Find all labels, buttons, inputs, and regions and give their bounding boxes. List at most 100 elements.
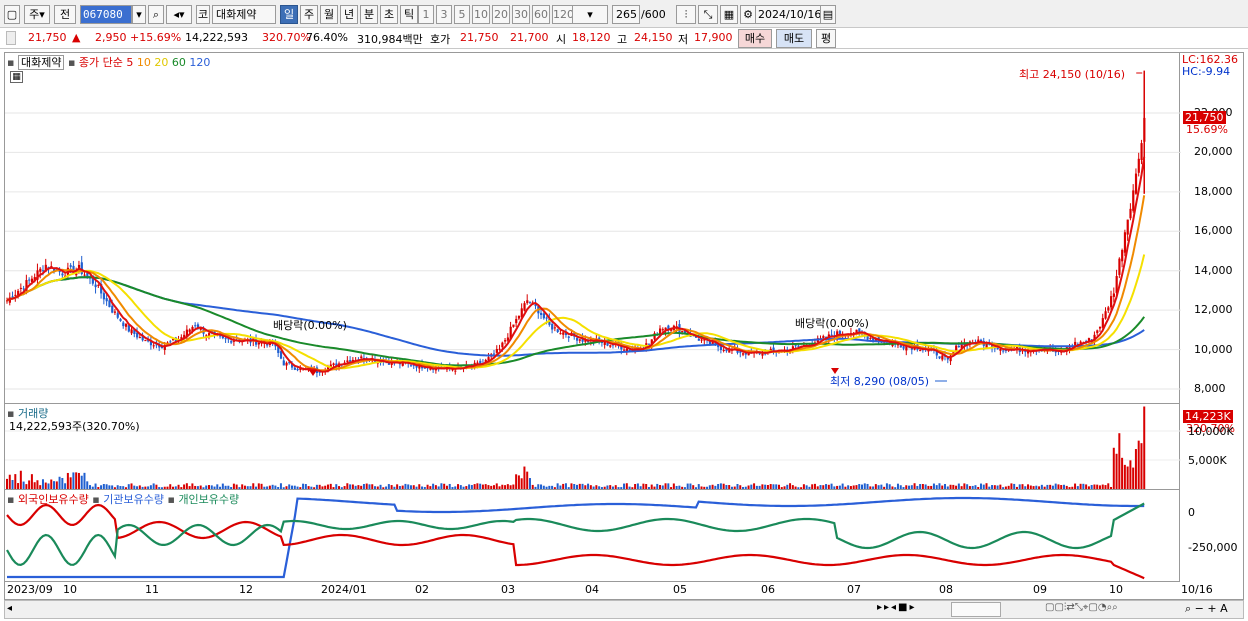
foreign-legend[interactable]: 외국인보유수량 [18, 493, 89, 506]
date-input[interactable]: 2024/10/16 [755, 5, 821, 24]
holding-chart[interactable]: ▪ 외국인보유수량 ▪ 기관보유수량 ▪ 개인보유수량 [4, 490, 1180, 582]
volume-bar [91, 486, 94, 489]
zoom-controls[interactable]: ⌕ − + A [1185, 602, 1228, 616]
indiv-legend[interactable]: 개인보유수량 [178, 493, 239, 506]
volume-bar [780, 487, 783, 489]
line-tool-icon[interactable]: ⤡ [698, 5, 718, 24]
prev-button[interactable]: 전 [54, 5, 76, 24]
interval-60-button[interactable]: 60 [532, 5, 550, 24]
volume-bar [540, 484, 543, 489]
volume-bar [97, 487, 100, 489]
sound-icon[interactable]: ◂▾ [166, 5, 192, 24]
date-tick-label: 02 [415, 583, 429, 596]
interval-select[interactable]: ▾ [572, 5, 608, 24]
interval-30-button[interactable]: 30 [512, 5, 530, 24]
zoom-slider[interactable] [951, 602, 1001, 617]
ma5-legend[interactable]: 종가 단순 5 [79, 56, 133, 69]
volume-chart[interactable]: ▪ 거래량 14,222,593주(320.70%) [4, 404, 1181, 490]
inst-legend[interactable]: 기관보유수량 [103, 493, 164, 506]
date-tick-label: 06 [761, 583, 775, 596]
volume-bar [1004, 486, 1007, 489]
stock-name-label[interactable]: 대화제약 [17, 55, 65, 70]
candle-body [224, 338, 227, 340]
volume-bar [127, 484, 130, 489]
date-tick-label: 10 [1109, 583, 1123, 596]
interval-120-button[interactable]: 120 [552, 5, 574, 24]
period-6-button[interactable]: 틱 [400, 5, 418, 24]
volume-bar [432, 483, 435, 489]
ma20-legend[interactable]: 20 [154, 56, 168, 69]
company-name-field[interactable]: 대화제약 [212, 5, 276, 24]
price-chart[interactable]: ▪ 대화제약 ▪ 종가 단순 5 10 20 60 120 ▦ 배당락(0.00… [4, 52, 1181, 404]
interval-3-button[interactable]: 3 [436, 5, 452, 24]
ma10-legend[interactable]: 10 [137, 56, 151, 69]
candle-body [1107, 307, 1110, 311]
evaluation-button[interactable]: 평 [816, 29, 836, 48]
period-1-button[interactable]: 주 [300, 5, 318, 24]
volume-bar [376, 486, 379, 489]
candle-body [1137, 158, 1140, 173]
volume-bar [573, 484, 576, 489]
interval-10-button[interactable]: 10 [472, 5, 490, 24]
period-4-button[interactable]: 분 [360, 5, 378, 24]
market-type-select[interactable]: 주▾ [24, 5, 50, 24]
candle-body [553, 327, 557, 329]
volume-bar [869, 486, 872, 489]
volume-bar [1143, 406, 1146, 489]
volume-bar [329, 483, 332, 489]
interval-20-button[interactable]: 20 [492, 5, 510, 24]
price-tick-label: 18,000 [1194, 184, 1233, 198]
period-3-button[interactable]: 년 [340, 5, 358, 24]
interval-5-button[interactable]: 5 [454, 5, 470, 24]
volume-bar [271, 484, 274, 489]
volume-canvas [5, 406, 1181, 489]
buy-button[interactable]: 매수 [738, 29, 772, 48]
candle-icon[interactable]: ⫶ [676, 5, 696, 24]
candle-body [957, 346, 961, 348]
stock-code-input[interactable]: 067080 [80, 5, 132, 24]
volume-bar [1096, 484, 1099, 489]
volume-bar [744, 486, 747, 489]
ma60-legend[interactable]: 60 [172, 56, 186, 69]
calendar-icon[interactable]: ▤ [820, 5, 836, 24]
volume-bar [113, 487, 116, 489]
volume-bar [896, 483, 899, 489]
volume-bar [689, 483, 692, 489]
window-icon[interactable]: ▢ [4, 5, 20, 24]
grid-icon[interactable]: ▦ [720, 5, 738, 24]
chart-tools-icon[interactable]: ▢▢⫶⇄⤡⌖▢◔⌕⌕ [1045, 602, 1118, 613]
volume-bar [365, 483, 368, 489]
volume-bar [603, 486, 606, 489]
volume-bar [163, 486, 166, 489]
chevron-down-icon[interactable]: ▾ [132, 5, 146, 24]
candle-body [28, 279, 31, 281]
period-0-button[interactable]: 일 [280, 5, 298, 24]
scroll-left-icon[interactable]: ◂ [7, 603, 12, 614]
volume-bar [174, 486, 177, 489]
collapse-icon[interactable] [6, 31, 16, 45]
candle-body [772, 347, 775, 351]
volume-bar [429, 486, 432, 489]
candle-body [293, 367, 296, 370]
period-2-button[interactable]: 월 [320, 5, 338, 24]
sell-button[interactable]: 매도 [776, 29, 812, 48]
chart-scrollbar[interactable]: ◂ ▸▸◂■▸ ▢▢⫶⇄⤡⌖▢◔⌕⌕ ⌕ − + A [4, 600, 1244, 619]
period-5-button[interactable]: 초 [380, 5, 398, 24]
table-icon[interactable]: ▦ [10, 71, 23, 83]
search-icon[interactable]: ⌕ [148, 5, 164, 24]
volume-bar [1029, 485, 1032, 489]
gear-icon[interactable]: ⚙ [740, 5, 756, 24]
volume-bar [1018, 484, 1021, 489]
volume-bar [1129, 460, 1132, 489]
volume-bar [252, 483, 255, 489]
volume-bar [808, 486, 811, 489]
ma120-legend[interactable]: 120 [189, 56, 210, 69]
volume-bar [1040, 484, 1043, 489]
ma20-line [6, 254, 1146, 370]
count-input[interactable]: 265 [612, 5, 640, 24]
volume-bar [64, 483, 67, 489]
volume-bar [324, 485, 327, 489]
volume-bar [706, 486, 709, 489]
interval-1-button[interactable]: 1 [418, 5, 434, 24]
volume-bar [634, 484, 637, 489]
